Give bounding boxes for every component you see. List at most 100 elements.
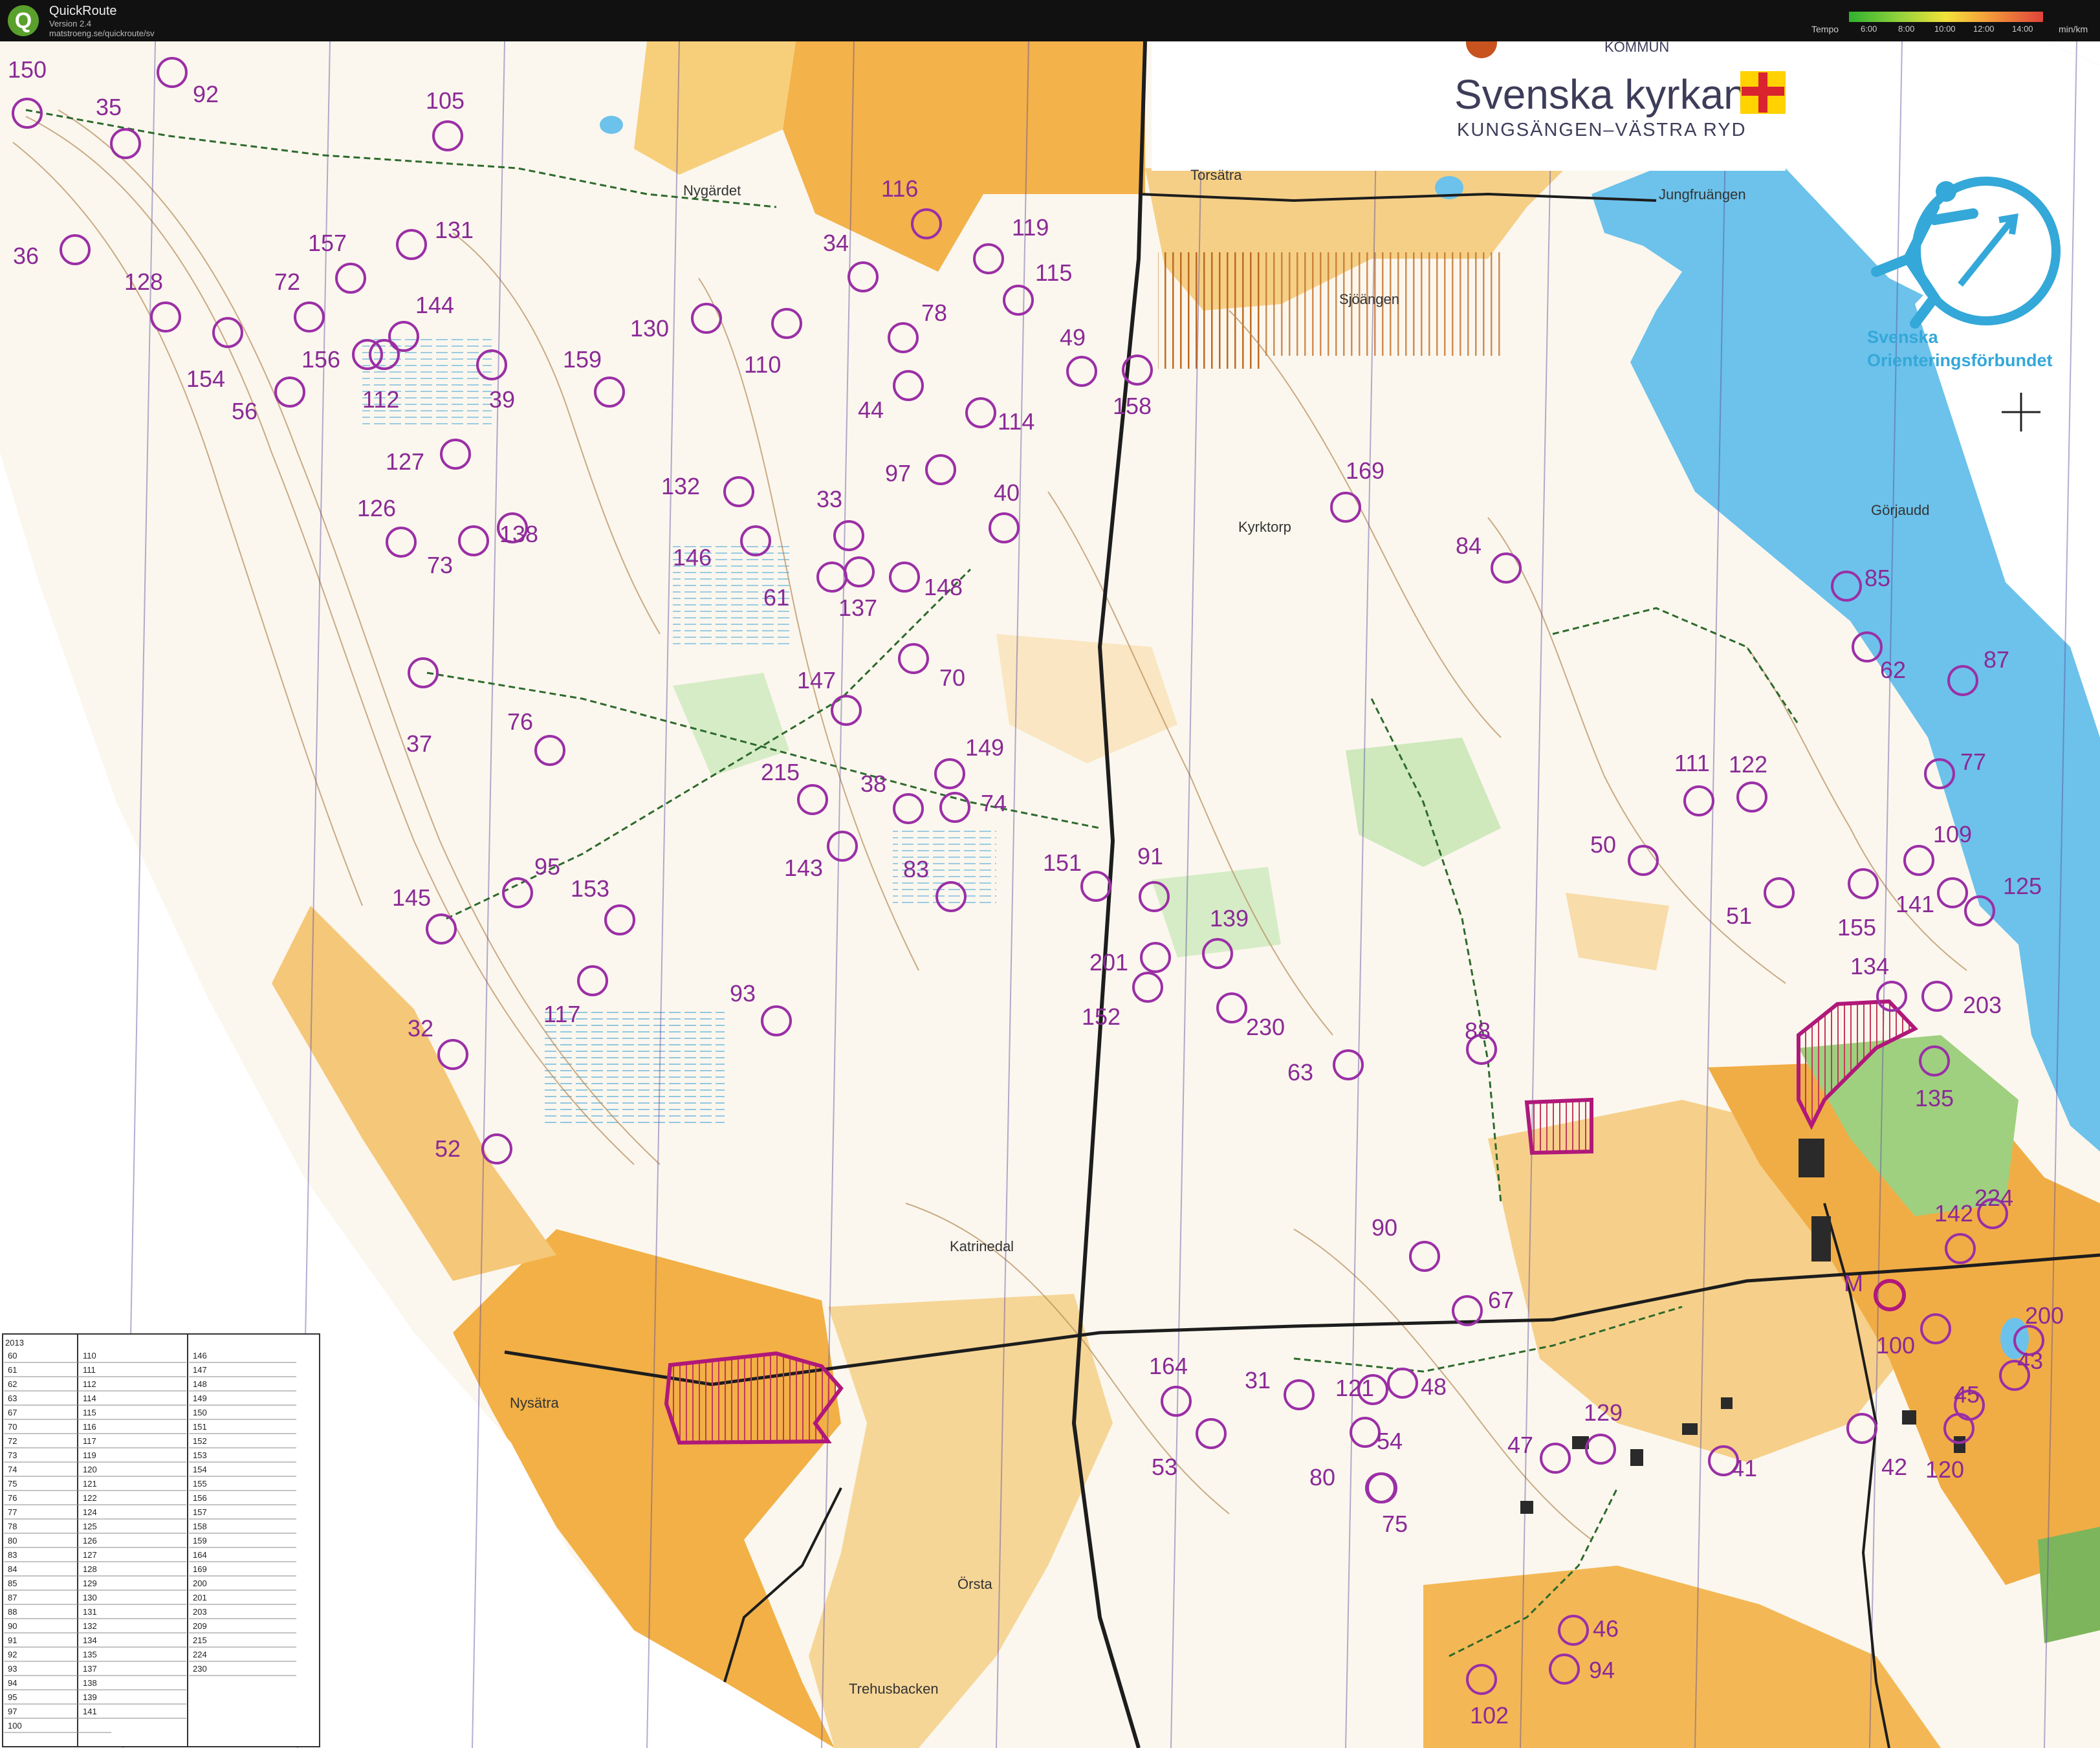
description-control-code: 141 bbox=[83, 1707, 97, 1716]
place-name: Kyrktorp bbox=[1238, 519, 1291, 535]
description-control-code: 128 bbox=[83, 1564, 97, 1574]
control-number: 36 bbox=[13, 243, 39, 269]
control-number: 88 bbox=[1465, 1018, 1491, 1044]
control-number: 230 bbox=[1246, 1014, 1285, 1040]
description-control-code: 84 bbox=[8, 1564, 17, 1574]
description-control-code: 90 bbox=[8, 1621, 17, 1631]
description-control-code: 63 bbox=[8, 1393, 17, 1403]
kommun-label: KOMMUN bbox=[1604, 41, 1669, 55]
control-number: 153 bbox=[571, 875, 609, 902]
control-number: 33 bbox=[816, 486, 842, 512]
description-control-code: 60 bbox=[8, 1351, 17, 1360]
control-number: 110 bbox=[744, 351, 781, 378]
place-name: Torsätra bbox=[1190, 167, 1242, 183]
description-control-code: 61 bbox=[8, 1365, 17, 1375]
place-name: Katrinedal bbox=[950, 1238, 1014, 1254]
control-number: 137 bbox=[838, 595, 877, 621]
description-control-code: 203 bbox=[193, 1607, 207, 1617]
place-name: Nygärdet bbox=[683, 182, 741, 199]
control-number: 46 bbox=[1593, 1615, 1619, 1642]
control-number: 40 bbox=[994, 479, 1020, 506]
description-control-code: 209 bbox=[193, 1621, 207, 1631]
control-number: 100 bbox=[1876, 1332, 1915, 1359]
control-number: 91 bbox=[1137, 843, 1163, 869]
description-control-code: 121 bbox=[83, 1479, 97, 1489]
control-number: 121 bbox=[1335, 1375, 1374, 1401]
control-number: 151 bbox=[1043, 849, 1082, 876]
control-number: 78 bbox=[921, 300, 947, 326]
tempo-tick: 14:00 bbox=[2012, 24, 2033, 34]
control-number: 215 bbox=[761, 759, 800, 785]
description-control-code: 139 bbox=[83, 1692, 97, 1702]
tempo-unit: min/km bbox=[2059, 24, 2088, 34]
control-number: 143 bbox=[784, 855, 823, 881]
description-control-code: 138 bbox=[83, 1678, 97, 1688]
control-number: 130 bbox=[630, 315, 669, 342]
control-number: 155 bbox=[1837, 914, 1876, 941]
control-number: 131 bbox=[435, 217, 474, 243]
control-number: 41 bbox=[1731, 1455, 1757, 1481]
control-number: 70 bbox=[939, 664, 965, 691]
control-number: 67 bbox=[1488, 1287, 1514, 1313]
orienteering-map[interactable]: KOMMUN Svenska kyrkan KUNGSÄNGEN–VÄSTRA … bbox=[0, 41, 2100, 1748]
description-control-code: 78 bbox=[8, 1522, 17, 1531]
tempo-tick: 10:00 bbox=[1934, 24, 1956, 34]
control-number: 77 bbox=[1960, 748, 1986, 775]
description-control-code: 125 bbox=[83, 1522, 97, 1531]
description-control-code: 164 bbox=[193, 1550, 207, 1560]
control-number: 102 bbox=[1470, 1702, 1509, 1729]
church-crown-icon bbox=[1740, 71, 1786, 114]
description-control-code: 111 bbox=[83, 1365, 96, 1375]
control-number: 111 bbox=[1674, 750, 1710, 776]
control-number: 122 bbox=[1729, 751, 1767, 778]
control-number: 32 bbox=[408, 1015, 433, 1042]
place-name: Nysätra bbox=[510, 1395, 560, 1411]
control-number: 129 bbox=[1584, 1399, 1623, 1426]
sof-name-line1: Svenska bbox=[1867, 327, 1939, 347]
control-number: 169 bbox=[1346, 457, 1384, 484]
description-control-code: 130 bbox=[83, 1593, 97, 1602]
control-number: 125 bbox=[2003, 873, 2042, 899]
description-control-code: 110 bbox=[83, 1351, 96, 1360]
control-number: 44 bbox=[858, 397, 884, 423]
description-sheet: 2013 60 61 62 63 67 70 72 73 74 75 76 77 78 80 83 84 85 8… bbox=[2, 1333, 320, 1747]
place-name: Jungfruängen bbox=[1659, 186, 1746, 202]
description-control-code: 93 bbox=[8, 1664, 17, 1674]
description-control-code: 153 bbox=[193, 1450, 207, 1460]
description-control-code: 127 bbox=[83, 1550, 97, 1560]
control-number: 72 bbox=[274, 268, 300, 295]
description-control-code: 132 bbox=[83, 1621, 97, 1631]
quickroute-logo-icon: Q bbox=[8, 5, 39, 36]
description-control-code: 152 bbox=[193, 1436, 207, 1446]
description-control-code: 149 bbox=[193, 1393, 207, 1403]
control-number: 42 bbox=[1881, 1454, 1907, 1480]
control-number: 62 bbox=[1880, 657, 1906, 683]
control-number: 80 bbox=[1309, 1464, 1335, 1491]
control-number: 85 bbox=[1865, 565, 1890, 591]
control-number: 115 bbox=[1035, 259, 1072, 286]
description-control-code: 122 bbox=[83, 1493, 97, 1503]
control-number: 47 bbox=[1507, 1432, 1533, 1458]
control-number: 84 bbox=[1456, 532, 1482, 559]
description-control-code: 215 bbox=[193, 1635, 207, 1645]
control-number: 75 bbox=[1382, 1511, 1408, 1537]
description-control-code: 112 bbox=[83, 1379, 96, 1389]
control-number: 90 bbox=[1372, 1214, 1397, 1241]
tempo-tick: 12:00 bbox=[1973, 24, 1995, 34]
description-control-code: 76 bbox=[8, 1493, 17, 1503]
description-control-code: 77 bbox=[8, 1507, 17, 1517]
description-control-code: 120 bbox=[83, 1465, 97, 1474]
control-number: 144 bbox=[415, 292, 454, 318]
description-control-code: 88 bbox=[8, 1607, 17, 1617]
description-control-code: 157 bbox=[193, 1507, 207, 1517]
control-number: 147 bbox=[797, 667, 836, 694]
description-control-code: 91 bbox=[8, 1635, 17, 1645]
control-number: 53 bbox=[1152, 1454, 1177, 1480]
pond bbox=[600, 116, 623, 134]
description-control-code: 62 bbox=[8, 1379, 17, 1389]
control-number: 34 bbox=[823, 230, 849, 256]
control-number: 128 bbox=[124, 268, 163, 295]
description-control-code: 97 bbox=[8, 1707, 17, 1716]
control-number: 94 bbox=[1589, 1657, 1615, 1683]
description-control-code: 100 bbox=[8, 1721, 22, 1731]
